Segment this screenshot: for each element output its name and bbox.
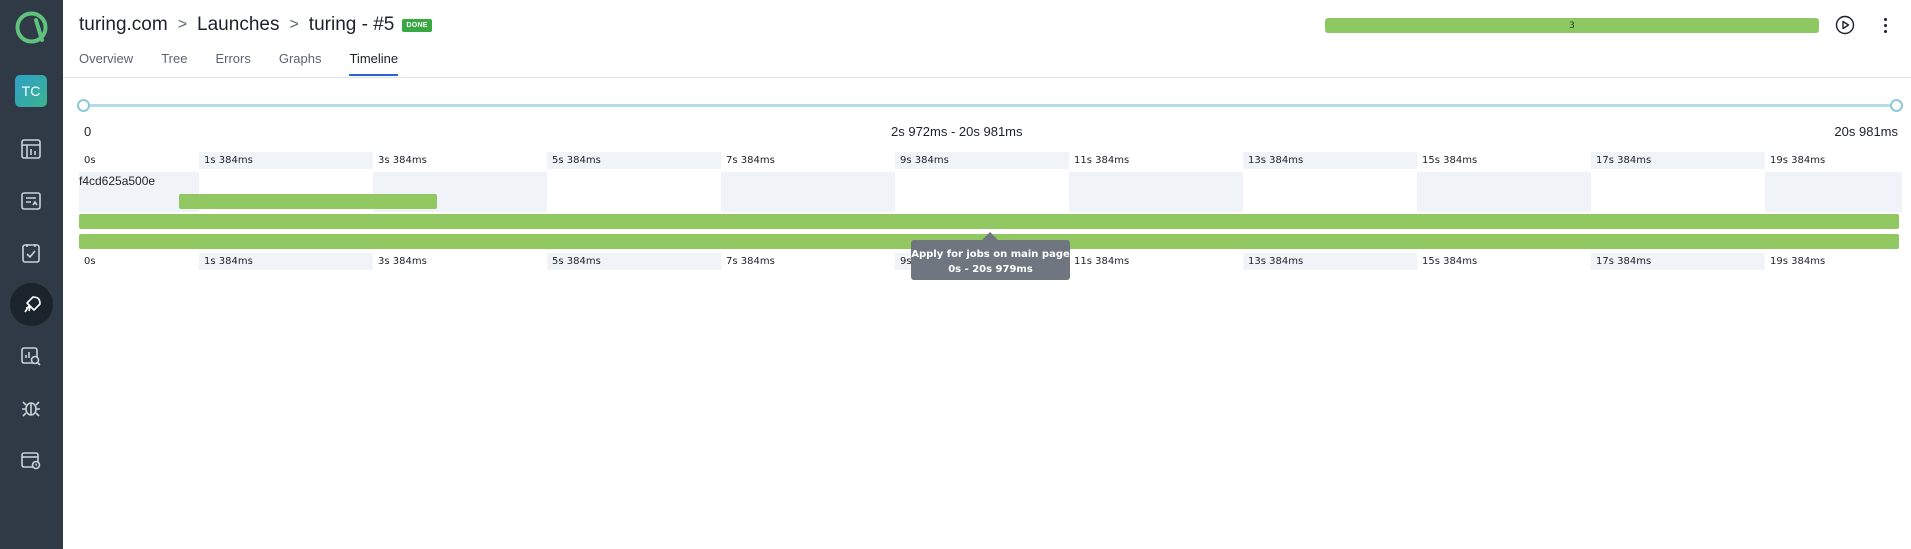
tick-label: 0s: [84, 155, 96, 166]
timeline-bar-test[interactable]: [79, 214, 1899, 229]
tick-label: 17s 384ms: [1591, 253, 1765, 270]
timeline-tooltip: Apply for jobs on main page 0s - 20s 979…: [911, 240, 1070, 280]
tick-label: 15s 384ms: [1422, 256, 1478, 267]
page-title: turing - #5: [308, 14, 395, 35]
tick-label: 1s 384ms: [199, 253, 373, 270]
tooltip-arrow: [982, 232, 998, 240]
run-launch-button[interactable]: [1835, 15, 1855, 35]
status-badge: DONE: [402, 18, 432, 32]
more-options-button[interactable]: [1879, 15, 1891, 35]
tab-graphs[interactable]: Graphs: [279, 51, 322, 76]
tick-label: 7s 384ms: [726, 155, 775, 166]
jobs-icon[interactable]: [14, 443, 48, 477]
tick-label: 9s 384ms: [895, 152, 1069, 169]
range-end-label: 20s 981ms: [1834, 124, 1898, 139]
tick-label: 5s 384ms: [547, 253, 721, 270]
breadcrumb-launches[interactable]: Launches: [197, 14, 279, 36]
tab-tree[interactable]: Tree: [161, 51, 187, 76]
tick-label: 15s 384ms: [1422, 155, 1478, 166]
defects-icon[interactable]: [14, 391, 48, 425]
range-start-label: 0: [84, 124, 92, 139]
chevron-right-icon: >: [289, 16, 299, 33]
tick-label: 5s 384ms: [547, 152, 721, 169]
tab-timeline[interactable]: Timeline: [349, 51, 399, 76]
tab-overview[interactable]: Overview: [79, 51, 133, 76]
tooltip-time: 0s - 20s 979ms: [948, 264, 1033, 275]
tick-label: 0s: [84, 256, 96, 267]
breadcrumb: turing.com > Launches > turing - #5 DONE: [79, 14, 432, 36]
tick-label: 3s 384ms: [378, 256, 427, 267]
chevron-right-icon: >: [177, 16, 188, 33]
tick-label: 3s 384ms: [378, 155, 427, 166]
timeline-bar-step[interactable]: [179, 194, 437, 209]
tooltip-title: Apply for jobs on main page: [911, 249, 1070, 260]
time-axis-top: 0s 1s 384ms 3s 384ms 5s 384ms 7s 384ms 9…: [79, 152, 1902, 169]
breadcrumb-project[interactable]: turing.com: [79, 14, 168, 36]
tick-label: 11s 384ms: [1074, 256, 1130, 267]
tick-label: 1s 384ms: [199, 152, 373, 169]
lane-label: f4cd625a500e: [79, 174, 156, 188]
launch-status-bar[interactable]: 3: [1325, 18, 1819, 33]
tick-label: 17s 384ms: [1591, 152, 1765, 169]
dot-icon: [1883, 17, 1887, 21]
dashboard-icon[interactable]: [14, 132, 48, 166]
page-header: turing.com > Launches > turing - #5 DONE…: [63, 0, 1911, 78]
tick-label: 13s 384ms: [1243, 152, 1417, 169]
analytics-icon[interactable]: [14, 339, 48, 373]
range-selection-label: 2s 972ms - 20s 981ms: [891, 124, 1023, 139]
test-plans-icon[interactable]: [14, 236, 48, 270]
play-circle-icon: [1835, 15, 1855, 35]
tick-label: 7s 384ms: [726, 256, 775, 267]
launch-tabs: Overview Tree Errors Graphs Timeline: [79, 51, 426, 76]
timeline-range-track[interactable]: [84, 104, 1897, 107]
tick-label: 19s 384ms: [1770, 256, 1826, 267]
range-end-handle[interactable]: [1890, 99, 1903, 112]
tick-label: 13s 384ms: [1243, 253, 1417, 270]
tick-label: 19s 384ms: [1770, 155, 1826, 166]
dot-icon: [1883, 23, 1887, 27]
test-cases-icon[interactable]: [14, 184, 48, 218]
project-avatar[interactable]: TC: [15, 75, 47, 107]
tick-label: 11s 384ms: [1074, 155, 1130, 166]
range-start-handle[interactable]: [77, 99, 90, 112]
sidebar: TC: [0, 0, 63, 549]
tab-errors[interactable]: Errors: [215, 51, 250, 76]
launches-icon[interactable]: [10, 283, 53, 326]
dot-icon: [1883, 29, 1887, 33]
app-logo-icon[interactable]: [15, 11, 48, 44]
